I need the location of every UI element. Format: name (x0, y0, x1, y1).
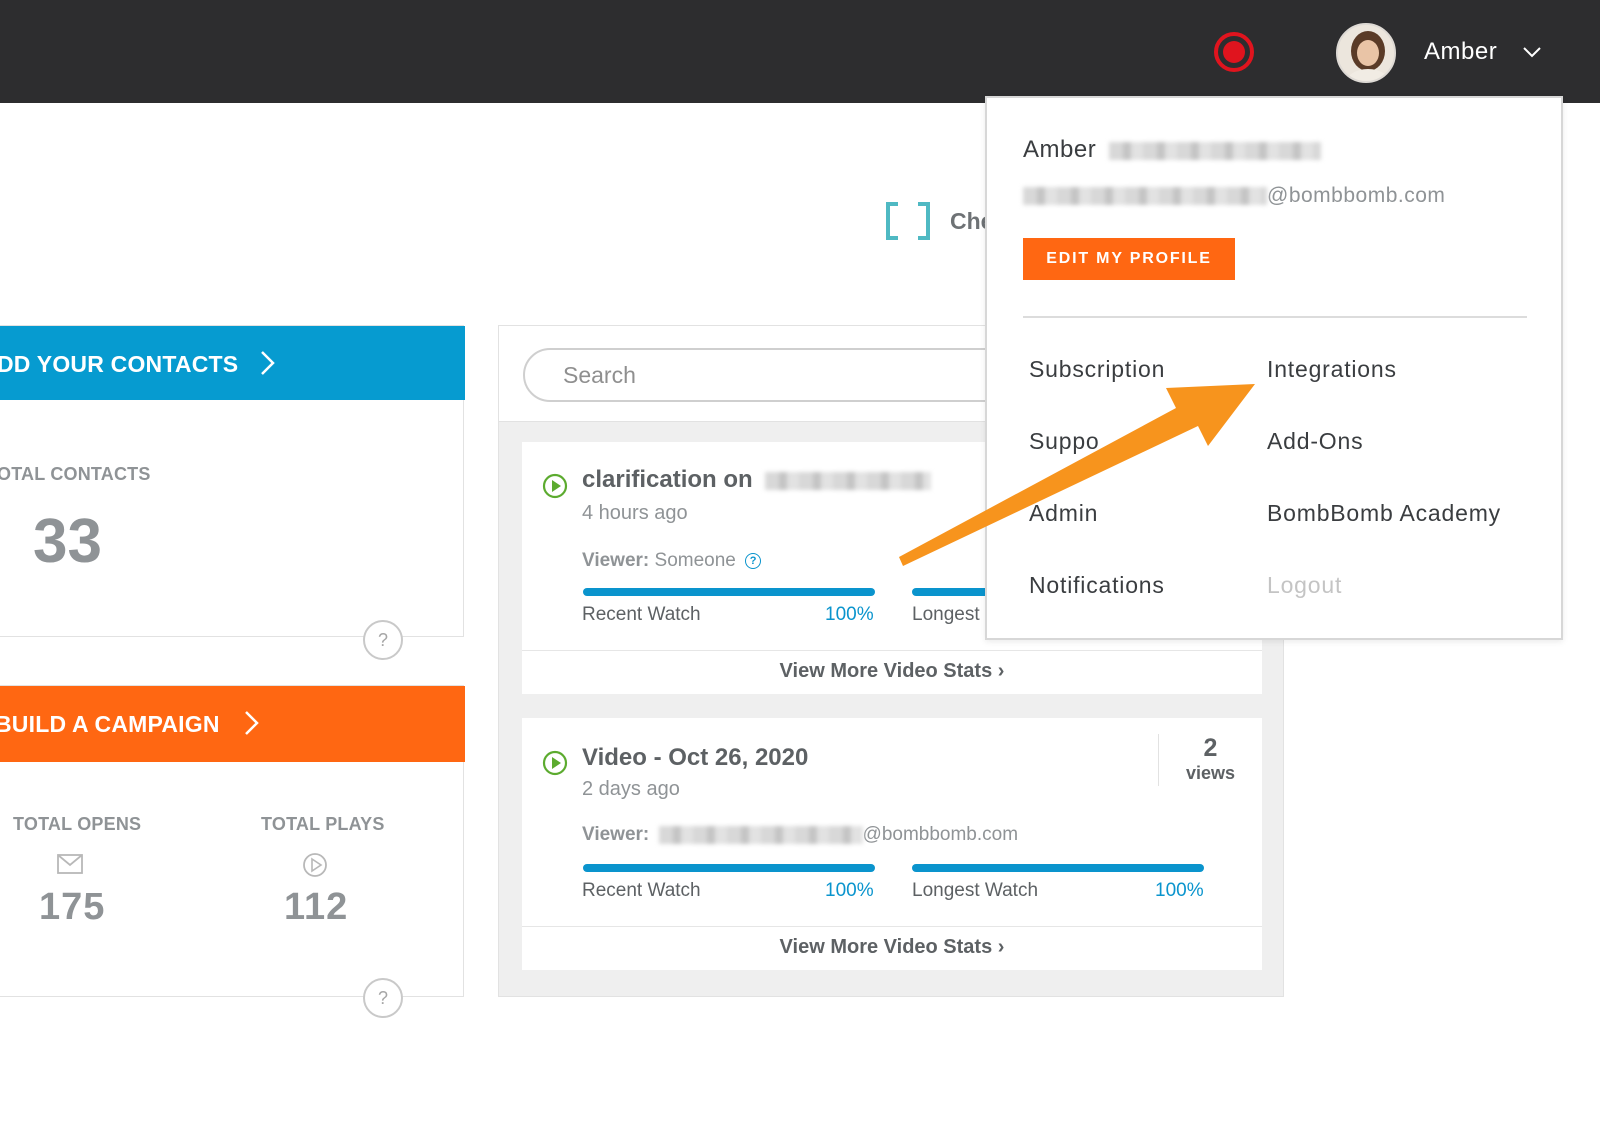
video-card: Video - Oct 26, 2020 2 days ago 2 views … (522, 718, 1262, 970)
longest-watch-label: Longest Watch (912, 880, 1039, 901)
top-bar: Amber (0, 0, 1600, 103)
card-divider (522, 926, 1262, 927)
total-opens-value: 175 (39, 886, 106, 928)
chevron-down-icon[interactable] (1522, 42, 1542, 62)
views-label: views (1185, 763, 1236, 783)
video-title[interactable]: Video - Oct 26, 2020 (582, 744, 808, 772)
menu-item-notifications[interactable]: Notifications (1029, 572, 1165, 599)
recent-watch-pct: 100% (825, 880, 874, 901)
viewer-value: Someone (654, 550, 736, 571)
redacted-text (765, 471, 932, 490)
video-time: 4 hours ago (582, 502, 688, 524)
dropdown-divider (1023, 316, 1527, 318)
menu-item-admin[interactable]: Admin (1029, 500, 1098, 527)
play-circle-icon[interactable] (542, 750, 568, 776)
play-circle-icon[interactable] (542, 473, 568, 499)
total-contacts-value: 33 (33, 507, 102, 576)
card-divider (522, 650, 1262, 651)
menu-item-logout[interactable]: Logout (1267, 572, 1342, 599)
video-time: 2 days ago (582, 778, 680, 800)
avatar[interactable] (1336, 23, 1396, 83)
recent-watch-pct: 100% (825, 604, 874, 625)
total-plays-value: 112 (284, 886, 349, 928)
contacts-card: DD YOUR CONTACTS OTAL CONTACTS 33 ? (0, 325, 465, 660)
menu-item-integrations[interactable]: Integrations (1267, 356, 1397, 383)
total-plays-label: TOTAL PLAYS (261, 814, 385, 834)
avatar-photo (1338, 25, 1394, 81)
menu-item-add-ons[interactable]: Add-Ons (1267, 428, 1363, 455)
total-opens-label: TOTAL OPENS (13, 814, 142, 834)
build-campaign-label: BUILD A CAMPAIGN (0, 711, 220, 737)
help-icon[interactable]: ? (363, 620, 403, 660)
menu-item-bombbomb-academy[interactable]: BombBomb Academy (1267, 500, 1501, 527)
dropdown-email-suffix: @bombbomb.com (1267, 184, 1446, 207)
check-link[interactable] (886, 202, 930, 240)
longest-watch-pct: 100% (1155, 880, 1204, 901)
video-viewer: Viewer: @bombbomb.com (582, 824, 1018, 846)
play-circle-icon (303, 853, 327, 877)
user-menu-name[interactable]: Amber (1424, 38, 1497, 66)
redacted-text (658, 825, 863, 844)
video-title[interactable]: clarification on (582, 466, 932, 494)
longest-watch-bar (912, 864, 1204, 872)
dropdown-user-email: @bombbomb.com (1023, 184, 1445, 208)
menu-item-subscription[interactable]: Subscription (1029, 356, 1165, 383)
redacted-text (1023, 187, 1267, 206)
dropdown-user-name: Amber (1023, 136, 1322, 164)
campaign-card: BUILD A CAMPAIGN TOTAL OPENS 175 TOTAL P… (0, 685, 465, 1018)
recent-watch-bar (583, 588, 875, 596)
edit-profile-button[interactable]: EDIT MY PROFILE (1023, 238, 1235, 280)
recent-watch-label: Recent Watch (582, 604, 701, 625)
views-count-box: 2 views (1158, 734, 1262, 786)
recent-watch-bar (583, 864, 875, 872)
view-more-stats-link[interactable]: View More Video Stats › (522, 936, 1262, 959)
view-more-stats-link[interactable]: View More Video Stats › (522, 660, 1262, 683)
total-contacts-label: OTAL CONTACTS (0, 464, 151, 484)
video-title-text: clarification on (582, 466, 753, 493)
chevron-right-icon (245, 711, 259, 735)
build-campaign-banner[interactable]: BUILD A CAMPAIGN (0, 686, 465, 762)
video-viewer: Viewer: Someone ? (582, 550, 762, 572)
longest-watch-label: Longest (912, 604, 980, 625)
recent-watch-label: Recent Watch (582, 880, 701, 901)
help-icon[interactable]: ? (363, 978, 403, 1018)
chevron-right-icon (261, 351, 275, 375)
add-contacts-banner[interactable]: DD YOUR CONTACTS (0, 326, 465, 400)
search-input[interactable] (523, 348, 1043, 402)
views-count: 2 (1203, 734, 1218, 762)
menu-item-support[interactable]: Suppo (1029, 428, 1100, 455)
dropdown-user-name-text: Amber (1023, 136, 1097, 163)
help-icon[interactable]: ? (745, 552, 762, 569)
viewer-label: Viewer: (582, 550, 650, 571)
bracket-icon (886, 202, 930, 240)
redacted-text (1109, 141, 1322, 160)
add-contacts-label: DD YOUR CONTACTS (0, 351, 239, 377)
mail-icon (57, 854, 83, 874)
record-icon (1223, 41, 1245, 63)
record-button[interactable] (1214, 32, 1254, 72)
viewer-value: @bombbomb.com (862, 824, 1019, 845)
user-dropdown-menu: Amber @bombbomb.com EDIT MY PROFILE Subs… (985, 96, 1563, 640)
viewer-label: Viewer: (582, 824, 650, 845)
